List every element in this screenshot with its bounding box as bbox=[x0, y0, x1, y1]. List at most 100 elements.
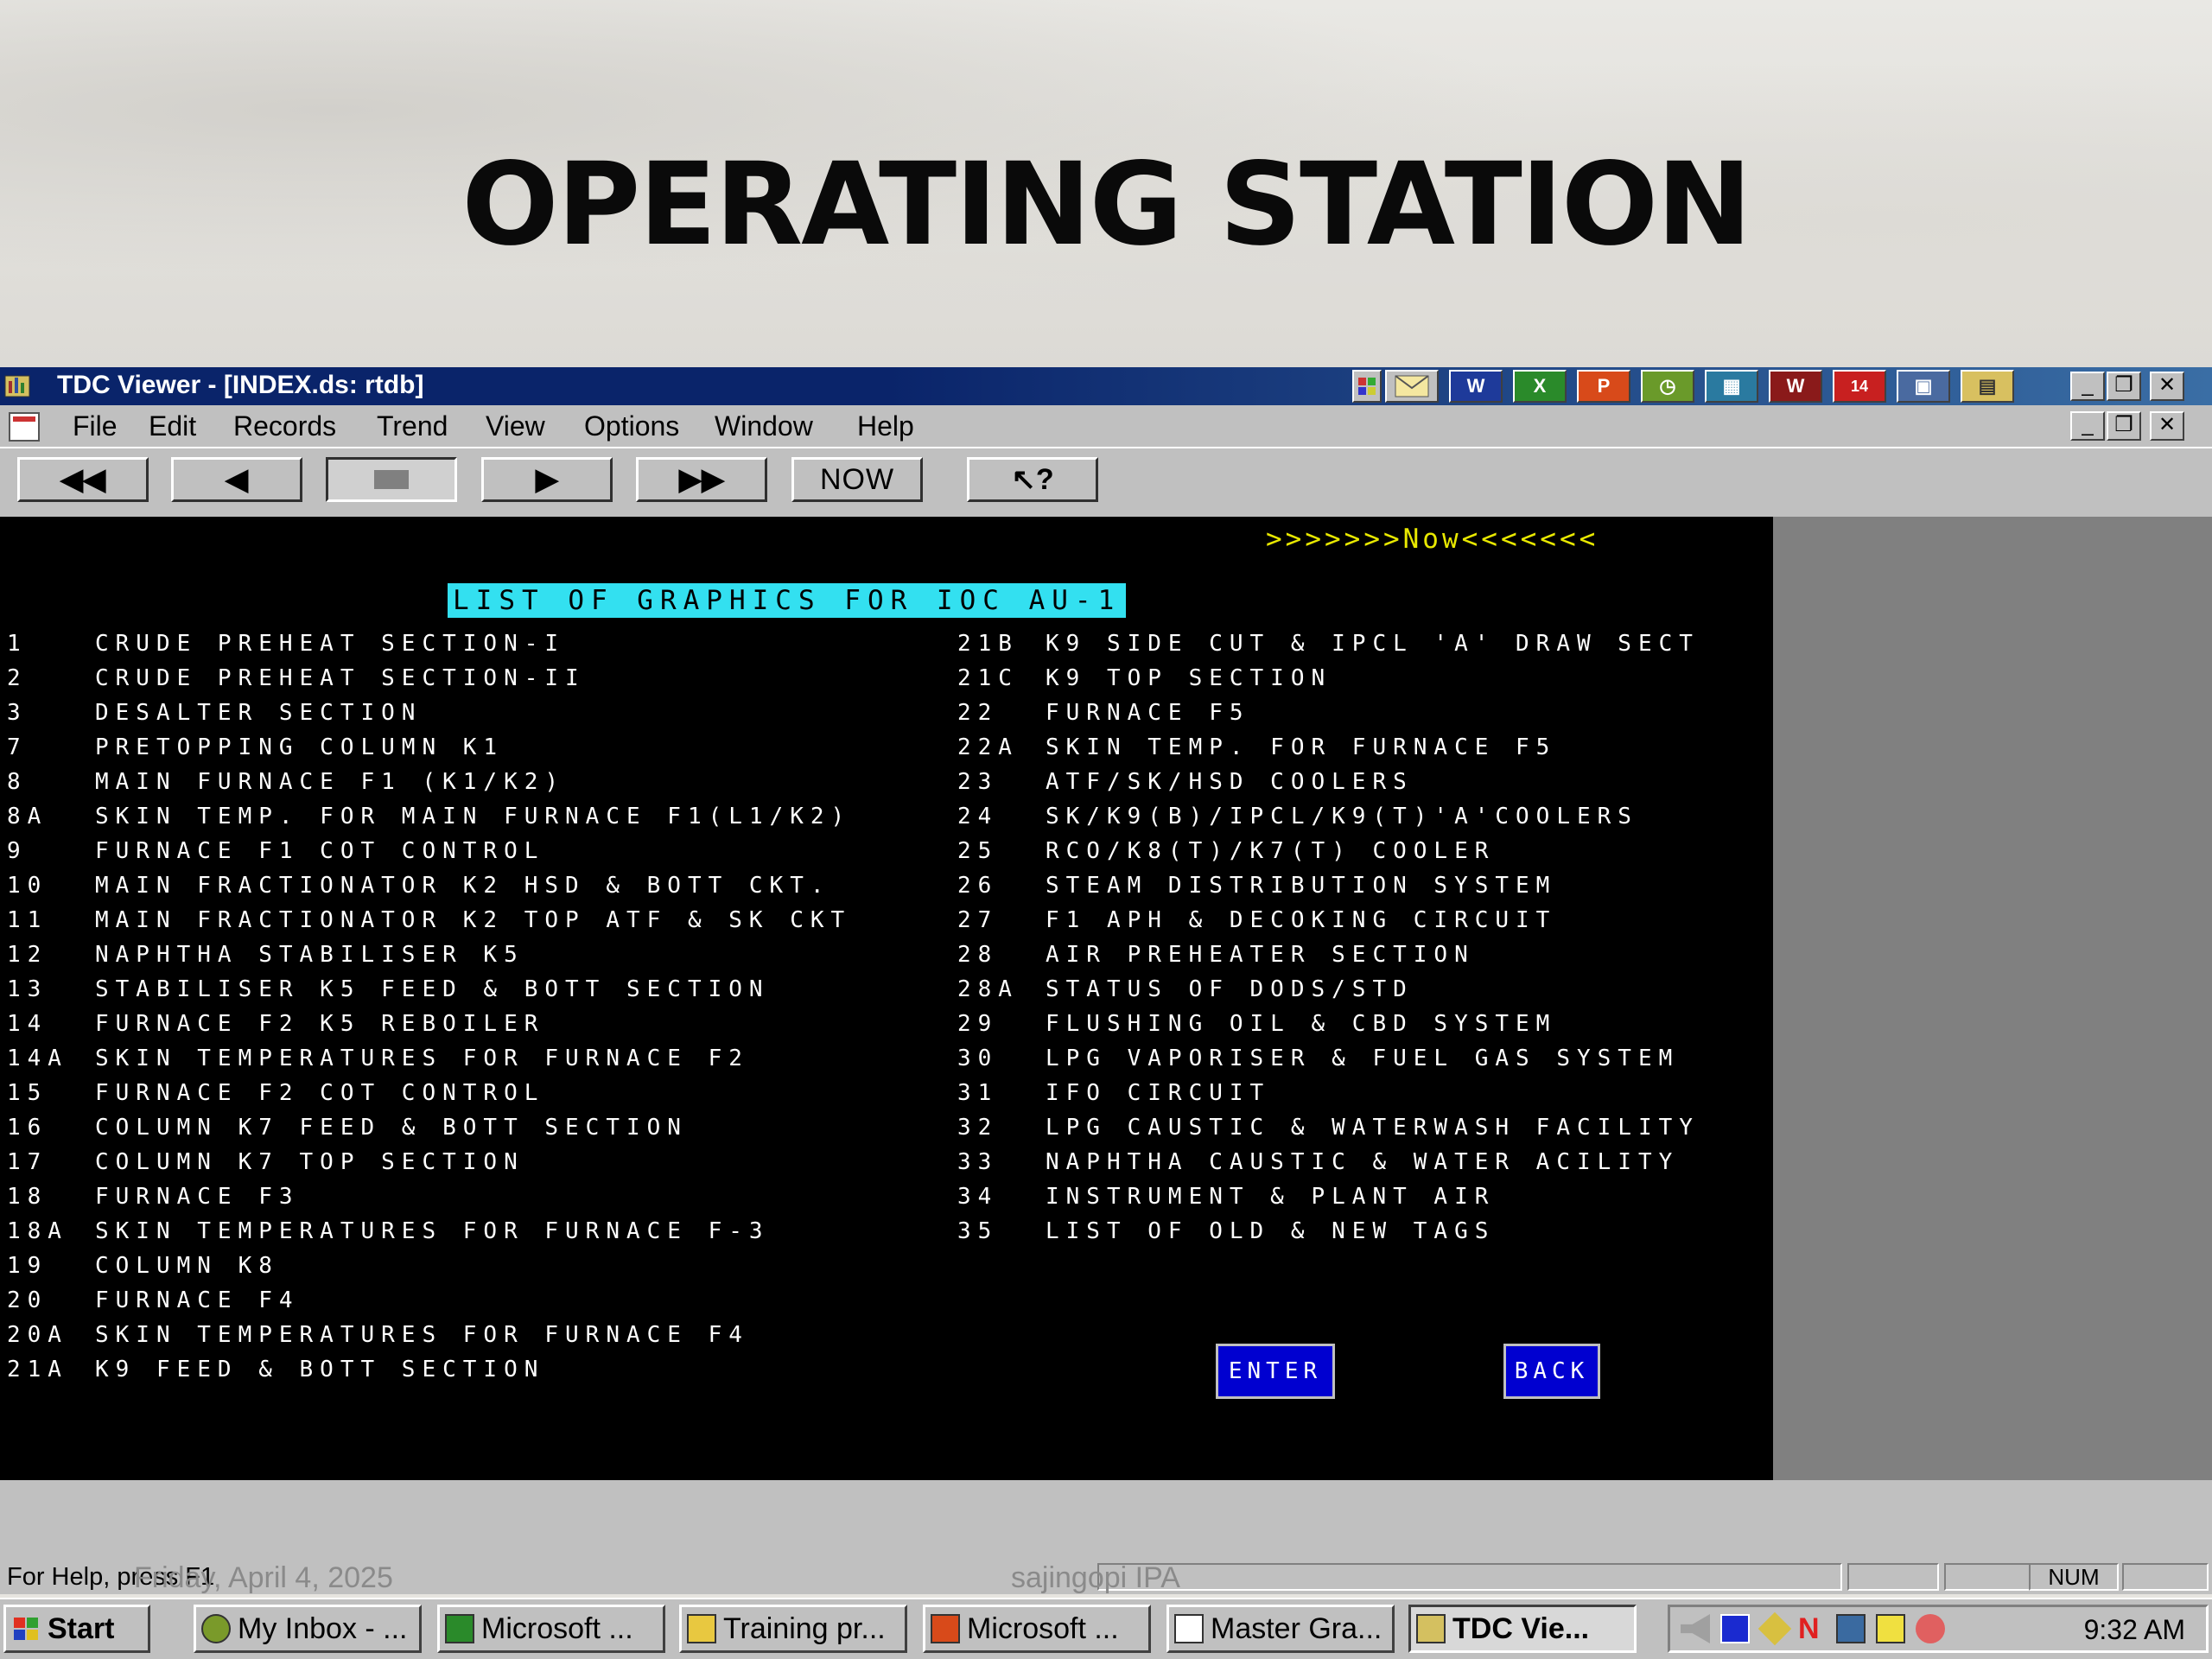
menu-help[interactable]: Help bbox=[857, 410, 914, 442]
graphic-number: 18 bbox=[7, 1184, 48, 1210]
graphic-label: K9 FEED & BOTT SECTION bbox=[95, 1357, 545, 1382]
graphic-number: 16 bbox=[7, 1115, 48, 1141]
graphic-number: 1 bbox=[7, 631, 28, 657]
outlook-icon bbox=[201, 1614, 231, 1643]
taskbar-item-powerpoint[interactable]: Microsoft ... bbox=[923, 1605, 1151, 1653]
menu-file[interactable]: File bbox=[73, 410, 118, 442]
taskbar-item-tdc-viewer[interactable]: TDC Vie... bbox=[1408, 1605, 1637, 1653]
graphic-number: 30 bbox=[957, 1046, 999, 1071]
graphic-number: 23 bbox=[957, 769, 999, 795]
taskbar-item-inbox[interactable]: My Inbox - ... bbox=[194, 1605, 422, 1653]
norton-icon[interactable]: N bbox=[1798, 1614, 1827, 1643]
calendar-icon[interactable]: 14 bbox=[1833, 370, 1886, 403]
graphic-number: 22 bbox=[957, 700, 999, 726]
enter-button[interactable]: ENTER bbox=[1216, 1344, 1335, 1399]
menu-edit[interactable]: Edit bbox=[149, 410, 196, 442]
status-panel bbox=[1097, 1563, 1842, 1591]
folder-icon bbox=[687, 1614, 716, 1643]
menu-options[interactable]: Options bbox=[584, 410, 679, 442]
restore-icon[interactable]: ❐ bbox=[2107, 372, 2141, 401]
graphic-label: STEAM DISTRIBUTION SYSTEM bbox=[1046, 873, 1557, 899]
start-button[interactable]: Start bbox=[3, 1605, 150, 1653]
taskbar: Start My Inbox - ... Microsoft ... Train… bbox=[0, 1598, 2212, 1659]
slide-title: OPERATING STATION bbox=[461, 138, 1751, 271]
play-button[interactable]: ▶ bbox=[481, 457, 613, 502]
graphic-number: 27 bbox=[957, 907, 999, 933]
graphic-label: SKIN TEMP. FOR MAIN FURNACE F1(L1/K2) bbox=[95, 804, 852, 830]
status-panel bbox=[1944, 1563, 2031, 1591]
volume-icon[interactable] bbox=[1681, 1614, 1710, 1643]
office-bar-grip-icon[interactable] bbox=[1352, 370, 1382, 403]
graphic-number: 10 bbox=[7, 873, 48, 899]
graphic-label: FURNACE F4 bbox=[95, 1287, 300, 1313]
book-icon[interactable]: ▤ bbox=[1961, 370, 2014, 403]
graphic-number: 25 bbox=[957, 838, 999, 864]
step-back-button[interactable]: ◀ bbox=[171, 457, 302, 502]
doc-restore-icon[interactable]: ❐ bbox=[2107, 411, 2141, 441]
taskbar-item-label: Master Gra... bbox=[1211, 1611, 1382, 1645]
graphic-label: MAIN FURNACE F1 (K1/K2) bbox=[95, 769, 566, 795]
alarm-clock-icon[interactable] bbox=[1916, 1614, 1945, 1643]
fast-rewind-button[interactable]: ◀◀ bbox=[17, 457, 149, 502]
graphic-number: 19 bbox=[7, 1253, 48, 1279]
app-icon bbox=[4, 375, 30, 397]
menu-view[interactable]: View bbox=[486, 410, 545, 442]
now-button[interactable]: NOW bbox=[791, 457, 923, 502]
powerpoint-icon bbox=[931, 1614, 960, 1643]
unused-screen-area bbox=[1773, 517, 2212, 1480]
media-player-icon[interactable] bbox=[1720, 1614, 1750, 1643]
graphic-number: 7 bbox=[7, 734, 28, 760]
graphic-label: SK/K9(B)/IPCL/K9(T)'A'COOLERS bbox=[1046, 804, 1638, 830]
graphic-number: 24 bbox=[957, 804, 999, 830]
schedule-icon[interactable]: ◷ bbox=[1641, 370, 1694, 403]
mail-icon[interactable] bbox=[1385, 370, 1439, 403]
calculator-icon[interactable]: ▦ bbox=[1705, 370, 1758, 403]
menu-window[interactable]: Window bbox=[715, 410, 813, 442]
toolbar: ◀◀ ◀ ▶ ▶▶ NOW ↖? bbox=[0, 447, 2212, 502]
stop-button[interactable] bbox=[326, 457, 457, 502]
taskbar-item-excel[interactable]: Microsoft ... bbox=[437, 1605, 665, 1653]
context-help-button[interactable]: ↖? bbox=[967, 457, 1098, 502]
menu-trend[interactable]: Trend bbox=[377, 410, 448, 442]
close-icon[interactable]: ✕ bbox=[2150, 372, 2184, 401]
document-icon[interactable] bbox=[9, 412, 40, 442]
taskbar-item-label: Microsoft ... bbox=[967, 1611, 1119, 1645]
fast-forward-button[interactable]: ▶▶ bbox=[636, 457, 767, 502]
network-icon[interactable]: ▣ bbox=[1897, 370, 1950, 403]
excel-icon[interactable]: X bbox=[1513, 370, 1567, 403]
title-bar[interactable]: TDC Viewer - [INDEX.ds: rtdb] W X P ◷ ▦ … bbox=[0, 367, 2212, 405]
graphic-label: NAPHTHA CAUSTIC & WATER ACILITY bbox=[1046, 1149, 1680, 1175]
menu-records[interactable]: Records bbox=[233, 410, 336, 442]
graphic-label: PRETOPPING COLUMN K1 bbox=[95, 734, 505, 760]
minimize-icon[interactable]: _ bbox=[2070, 372, 2105, 401]
list-title: LIST OF GRAPHICS FOR IOC AU-1 bbox=[448, 583, 1127, 618]
access-icon[interactable]: W bbox=[1769, 370, 1822, 403]
graphic-number: 28A bbox=[957, 976, 1019, 1002]
doc-close-icon[interactable]: ✕ bbox=[2150, 411, 2184, 441]
excel-icon bbox=[445, 1614, 474, 1643]
play-icon: ▶ bbox=[535, 463, 559, 496]
doc-minimize-icon[interactable]: _ bbox=[2070, 411, 2105, 441]
graphic-label: INSTRUMENT & PLANT AIR bbox=[1046, 1184, 1496, 1210]
system-tray: N 9:32 AM bbox=[1668, 1605, 2209, 1653]
word-icon[interactable]: W bbox=[1449, 370, 1503, 403]
taskbar-item-label: My Inbox - ... bbox=[238, 1611, 408, 1645]
taskbar-item-master[interactable]: Master Gra... bbox=[1166, 1605, 1395, 1653]
graphic-number: 14A bbox=[7, 1046, 68, 1071]
graphic-label: NAPHTHA STABILISER K5 bbox=[95, 942, 524, 968]
back-button[interactable]: BACK bbox=[1503, 1344, 1600, 1399]
graphic-label: K9 SIDE CUT & IPCL 'A' DRAW SECT bbox=[1046, 631, 1700, 657]
taskbar-item-training[interactable]: Training pr... bbox=[679, 1605, 907, 1653]
pen-icon[interactable] bbox=[1758, 1611, 1792, 1646]
network-icon[interactable] bbox=[1836, 1614, 1866, 1643]
tdc-display-screen: >>>>>>>Now<<<<<<< LIST OF GRAPHICS FOR I… bbox=[0, 517, 1773, 1480]
graphic-number: 21A bbox=[7, 1357, 68, 1382]
graphic-number: 15 bbox=[7, 1080, 48, 1106]
notes-icon[interactable] bbox=[1876, 1614, 1905, 1643]
graphic-label: LIST OF OLD & NEW TAGS bbox=[1046, 1218, 1496, 1244]
graphic-label: STABILISER K5 FEED & BOTT SECTION bbox=[95, 976, 770, 1002]
graphic-number: 8 bbox=[7, 769, 28, 795]
powerpoint-icon[interactable]: P bbox=[1577, 370, 1630, 403]
graphic-number: 33 bbox=[957, 1149, 999, 1175]
graphic-label: SKIN TEMPERATURES FOR FURNACE F4 bbox=[95, 1322, 749, 1348]
